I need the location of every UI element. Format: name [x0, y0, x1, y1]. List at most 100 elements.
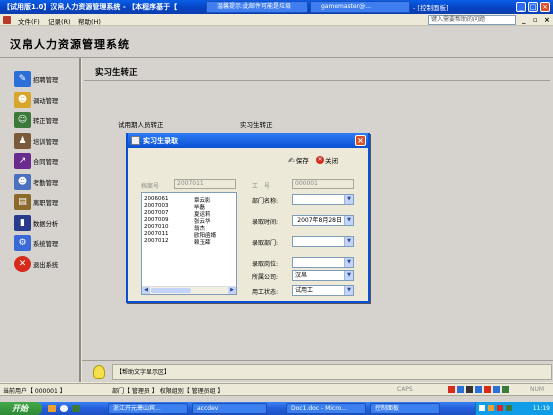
chevron-down-icon[interactable]: ▼ [344, 258, 353, 267]
emp-status-label: 用工状态: [252, 289, 279, 296]
save-button[interactable]: ✍ 保存 [288, 155, 309, 166]
sidebar-item-label: 退出系统 [33, 261, 59, 269]
start-button[interactable]: 开始 [0, 402, 42, 415]
help-search-input[interactable]: 键入需要帮助的问题 [428, 15, 516, 25]
list-horizontal-scrollbar[interactable]: ◀ ▶ [142, 286, 236, 294]
app-header: 汉帛人力资源管理系统 [0, 26, 553, 58]
sidebar-item-attendance[interactable]: ☻ 考勤管理 [14, 173, 58, 191]
scroll-thumb[interactable] [151, 288, 191, 293]
minimize-button[interactable]: _ [516, 2, 526, 12]
maximize-button[interactable]: □ [528, 2, 538, 12]
sidebar-item-label: 转正管理 [33, 117, 59, 125]
taskbar-item[interactable]: accdev [192, 403, 267, 414]
quicklaunch-icon[interactable] [60, 405, 68, 412]
ime-icon[interactable] [466, 386, 473, 393]
section-probation[interactable]: 试用期人员转正 [118, 119, 164, 129]
intern-list[interactable]: 2006061 章云影 2007003 毕磊 2007007 夏运莉 2007009 张… [141, 192, 237, 295]
section-intern[interactable]: 实习生转正 [240, 119, 273, 129]
tray-icon[interactable] [506, 405, 512, 411]
close-button[interactable]: ✕ 关闭 [316, 155, 338, 165]
chevron-down-icon[interactable]: ▼ [344, 237, 353, 246]
sidebar-item-recruit[interactable]: ✎ 招聘管理 [14, 70, 58, 88]
sidebar-item-label: 数据分析 [33, 220, 59, 228]
file-no-label: 档案号 [141, 183, 160, 190]
person-icon: ☺ [14, 112, 31, 128]
close-circle-icon: ✕ [316, 156, 324, 164]
sidebar-item-regularize[interactable]: ☺ 转正管理 [14, 111, 58, 129]
doc-minimize-button[interactable]: _ [522, 16, 526, 24]
help-text-box: 【帮助文字显示区】 [112, 364, 552, 380]
chevron-down-icon[interactable]: ▼ [344, 195, 353, 204]
sidebar-item-label: 考勤管理 [33, 179, 59, 187]
close-button[interactable]: × [540, 2, 550, 12]
ime-icon[interactable] [502, 386, 509, 393]
taskbar: 开始 浙江开元萧山宾... accdev Doc1.doc - Micro...… [0, 402, 553, 415]
hire-dept-select[interactable]: ▼ [292, 236, 354, 247]
chevron-down-icon[interactable]: ▼ [344, 271, 353, 280]
hire-date-picker[interactable]: 2007年8月28日 ▼ [292, 215, 354, 226]
sidebar-item-training[interactable]: ♟ 培训管理 [14, 132, 58, 150]
sidebar-item-exit[interactable]: ✕ 退出系统 [14, 255, 58, 273]
menu-file[interactable]: 文件(F) [18, 16, 40, 26]
tray-icon[interactable] [479, 405, 485, 411]
ime-icon[interactable] [448, 386, 455, 393]
current-user-status: 当前用户【 000001 】 [3, 388, 66, 395]
sidebar-item-label: 招聘管理 [33, 76, 59, 84]
app-menu-icon[interactable] [3, 16, 11, 24]
chevron-down-icon[interactable]: ▼ [344, 216, 353, 225]
doc-restore-button[interactable]: ▫ [533, 16, 538, 24]
sidebar-item-resign[interactable]: ▤ 离职管理 [14, 193, 58, 211]
tray-icon[interactable] [497, 405, 503, 411]
menu-bar: 文件(F) 记录(R) 帮助(H) 键入需要帮助的问题 _ ▫ × [0, 14, 553, 26]
file-no-field: 2007011 [174, 179, 236, 189]
work-no-field: 000001 [292, 179, 354, 189]
chevron-down-icon[interactable]: ▼ [344, 286, 353, 295]
sidebar-item-contract[interactable]: ↗ 合同管理 [14, 152, 58, 170]
sidebar-item-transfer[interactable]: ☻ 调动管理 [14, 91, 58, 109]
caps-indicator: CAPS [397, 386, 413, 393]
ime-icon[interactable] [475, 386, 482, 393]
ime-toolbar[interactable] [448, 386, 518, 394]
dialog-close-x-button[interactable]: × [355, 135, 366, 146]
hire-post-select[interactable]: ▼ [292, 257, 354, 268]
ime-icon[interactable] [484, 386, 491, 393]
browser-tab-1[interactable]: 温馨提示:此邮件可能是垃圾 [206, 1, 308, 13]
quicklaunch-icon[interactable] [72, 405, 80, 412]
dept-select[interactable]: ▼ [292, 194, 354, 205]
company-select[interactable]: 汉帛 ▼ [292, 270, 354, 281]
ime-icon[interactable] [493, 386, 500, 393]
menu-help[interactable]: 帮助(H) [78, 16, 101, 26]
divider [84, 80, 550, 81]
doc-close-button[interactable]: × [544, 16, 550, 24]
hire-post-label: 录取岗位: [252, 261, 279, 268]
system-tray: 11:19 [475, 402, 553, 415]
sidebar-item-label: 培训管理 [33, 138, 59, 146]
taskbar-item[interactable]: Doc1.doc - Micro... [286, 403, 366, 414]
taskbar-item[interactable]: 控制面板 [370, 403, 440, 414]
app-title: 汉帛人力资源管理系统 [10, 38, 130, 51]
dialog-title: 实习生录取 [143, 137, 178, 145]
window-title-suffix: - [控制面板] [413, 4, 449, 12]
tray-icon[interactable] [488, 405, 494, 411]
group-icon: ☻ [14, 174, 31, 190]
scroll-left-icon[interactable]: ◀ [142, 287, 150, 294]
intern-hire-dialog: 实习生录取 × ✍ 保存 ✕ 关闭 档案号 2007011 工 号 000001… [126, 133, 370, 303]
secondary-status-bar [0, 395, 553, 402]
pencil-icon: ✍ [288, 155, 295, 165]
emp-status-select[interactable]: 试用工 ▼ [292, 285, 354, 296]
scroll-right-icon[interactable]: ▶ [228, 287, 236, 294]
quicklaunch-icon[interactable] [48, 405, 56, 412]
list-item[interactable]: 2007012 赖玉薛 [144, 238, 211, 246]
bar-chart-icon: ▮ [14, 215, 31, 231]
status-bar: 当前用户【 000001 】 部门【 管理员 】 权限组别【 管理员组 】 CA… [0, 383, 553, 395]
menu-record[interactable]: 记录(R) [48, 16, 71, 26]
clock: 11:19 [532, 405, 550, 412]
browser-tab-2[interactable]: gamemaster@... [310, 1, 410, 13]
sidebar-item-label: 系统管理 [33, 240, 59, 248]
sidebar-item-system[interactable]: ⚙ 系统管理 [14, 234, 58, 252]
lightbulb-icon [93, 365, 105, 379]
sidebar-item-analysis[interactable]: ▮ 数据分析 [14, 214, 58, 232]
ime-icon[interactable] [457, 386, 464, 393]
taskbar-item[interactable]: 浙江开元萧山宾... [108, 403, 188, 414]
system-icon: ⚙ [14, 235, 31, 251]
